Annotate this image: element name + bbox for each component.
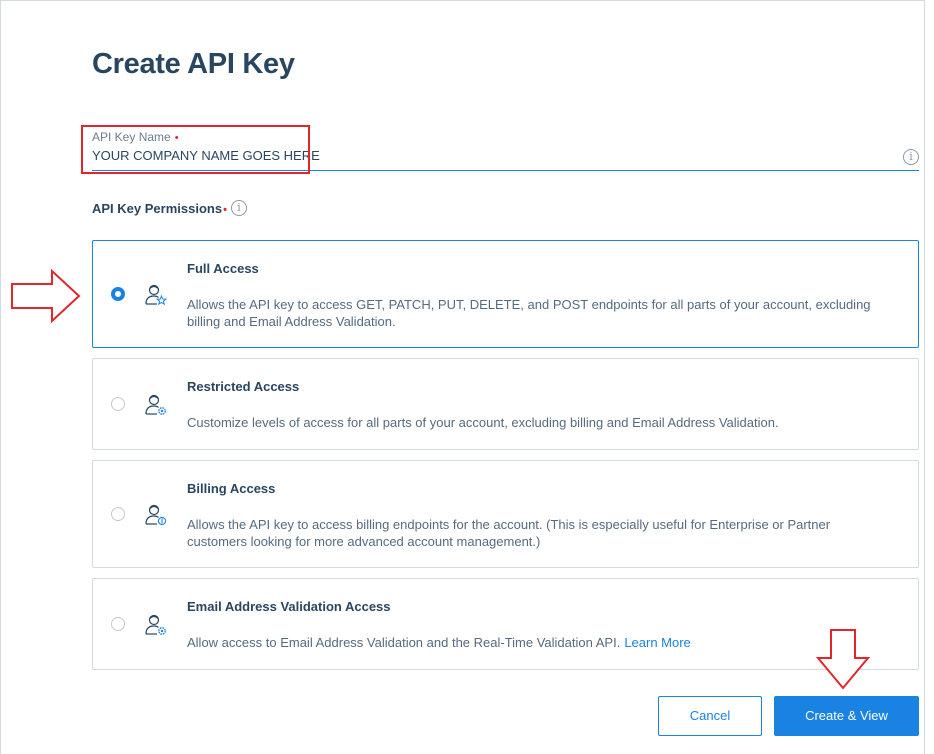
user-gear-icon <box>145 614 166 635</box>
radio-billing-access[interactable] <box>111 507 125 521</box>
create-and-view-button[interactable]: Create & View <box>774 696 919 736</box>
option-title: Email Address Validation Access <box>187 599 391 614</box>
permissions-info-icon[interactable]: i <box>231 200 247 216</box>
radio-restricted-access[interactable] <box>111 397 125 411</box>
learn-more-link[interactable]: Learn More <box>624 635 690 650</box>
info-icon[interactable]: i <box>903 149 919 165</box>
option-description: Allows the API key to access billing end… <box>187 517 831 549</box>
user-star-icon <box>145 284 167 306</box>
radio-email-validation-access[interactable] <box>111 617 125 631</box>
permissions-label: API Key Permissions• <box>92 201 227 216</box>
user-gear-icon <box>145 394 166 415</box>
option-description-text: Allow access to Email Address Validation… <box>187 635 621 650</box>
permission-option-billing-access[interactable]: Billing Access Allows the API key to acc… <box>92 460 919 568</box>
permission-option-email-validation-access[interactable]: Email Address Validation Access Allow ac… <box>92 578 919 670</box>
page-title: Create API Key <box>92 48 295 80</box>
annotation-arrow-down-icon <box>815 629 871 690</box>
radio-full-access[interactable] <box>111 287 125 301</box>
annotation-highlight-box <box>81 125 310 174</box>
permission-option-full-access[interactable]: Full Access Allows the API key to access… <box>92 240 919 348</box>
option-title: Full Access <box>187 261 259 276</box>
option-description: Allow access to Email Address Validation… <box>187 634 887 651</box>
option-title: Restricted Access <box>187 379 300 394</box>
option-description: Customize levels of access for all parts… <box>187 415 779 430</box>
option-title: Billing Access <box>187 481 276 496</box>
required-mark: • <box>223 204 227 216</box>
cancel-button[interactable]: Cancel <box>658 696 762 736</box>
user-dollar-icon <box>145 504 167 526</box>
annotation-arrow-right-icon <box>11 268 81 324</box>
option-description: Allows the API key to access GET, PATCH,… <box>187 297 871 329</box>
permission-option-restricted-access[interactable]: Restricted Access Customize levels of ac… <box>92 358 919 450</box>
